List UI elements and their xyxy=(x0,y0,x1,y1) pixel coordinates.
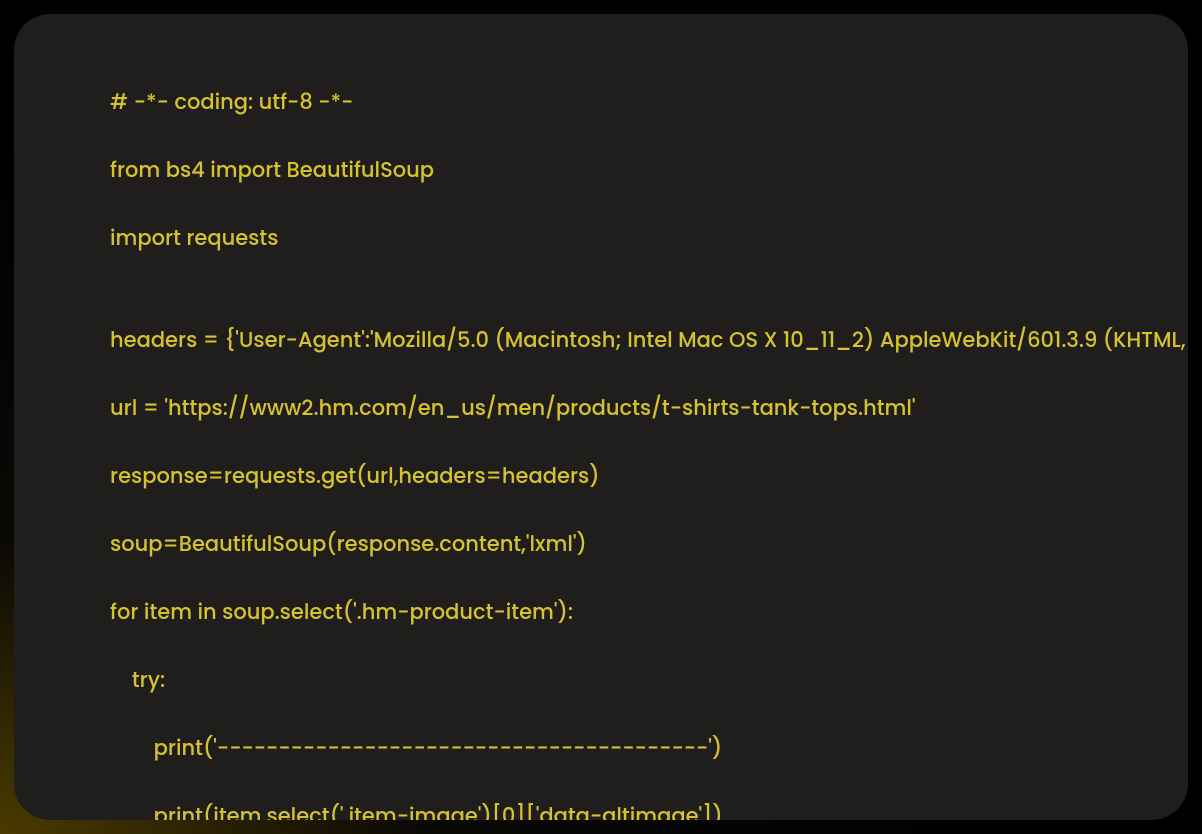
code-line: url = 'https://www2.hm.com/en_us/men/pro… xyxy=(110,392,1188,426)
code-line: from bs4 import BeautifulSoup xyxy=(110,154,1188,188)
code-line: print('---------------------------------… xyxy=(110,732,1188,766)
code-line: headers = {'User-Agent':'Mozilla/5.0 (Ma… xyxy=(110,324,1188,358)
code-card: # -*- coding: utf-8 -*- from bs4 import … xyxy=(14,14,1188,820)
code-line: try: xyxy=(110,664,1188,698)
code-line: soup=BeautifulSoup(response.content,'lxm… xyxy=(110,528,1188,562)
code-line: print(item.select('.item-image')[0]['dat… xyxy=(110,800,1188,820)
code-line: import requests xyxy=(110,222,1188,256)
code-line: response=requests.get(url,headers=header… xyxy=(110,460,1188,494)
code-line: # -*- coding: utf-8 -*- xyxy=(110,86,1188,120)
code-block: # -*- coding: utf-8 -*- from bs4 import … xyxy=(14,52,1188,820)
code-line: for item in soup.select('.hm-product-ite… xyxy=(110,596,1188,630)
